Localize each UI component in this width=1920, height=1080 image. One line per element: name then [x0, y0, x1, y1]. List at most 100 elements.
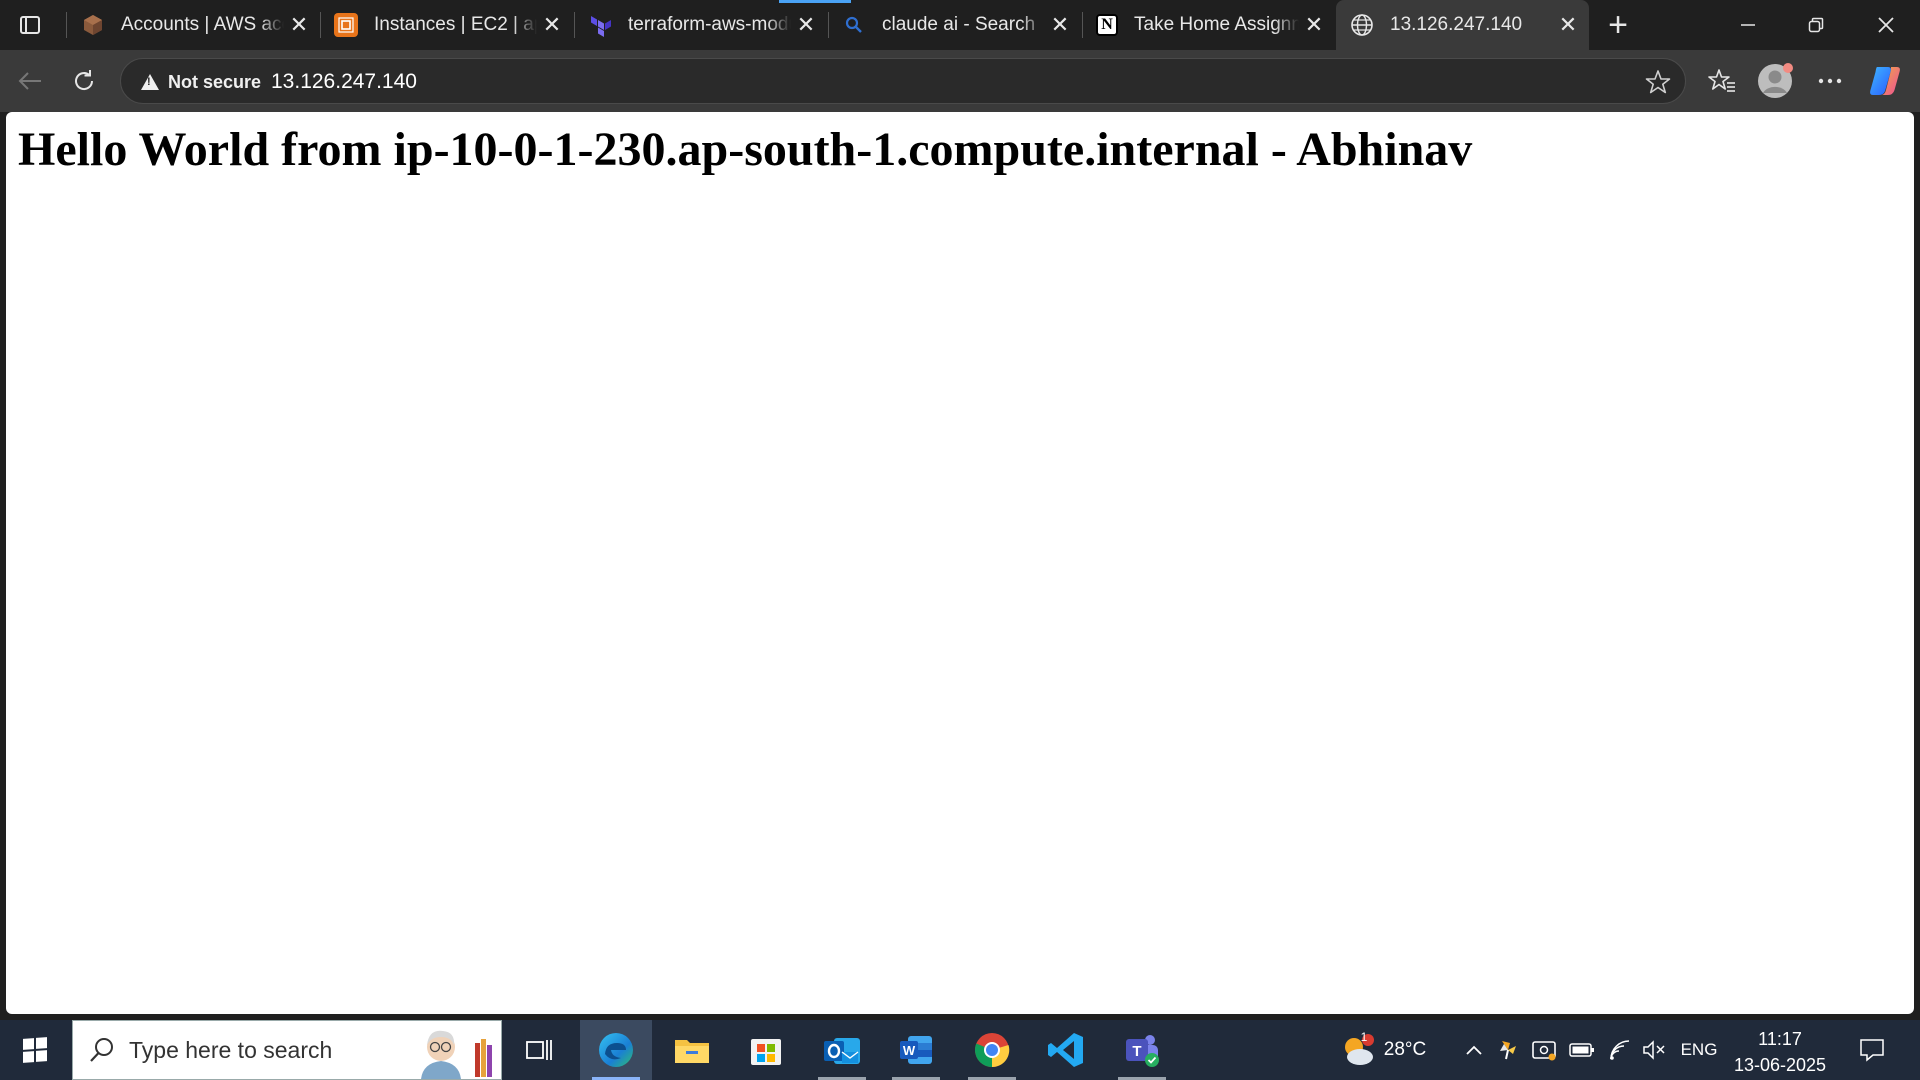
refresh-button[interactable] [63, 60, 105, 102]
url-text[interactable]: 13.126.247.140 [271, 70, 417, 94]
new-tab-button[interactable]: + [1599, 6, 1637, 44]
taskbar-app-vscode[interactable] [1030, 1020, 1102, 1080]
tray-network[interactable] [1604, 1020, 1636, 1080]
tab-terraform-module[interactable]: terraform-aws-modu ✕ [574, 0, 827, 50]
ec2-icon [334, 13, 358, 37]
close-icon[interactable]: ✕ [1553, 10, 1583, 40]
more-dots-icon [1818, 78, 1842, 84]
copilot-button[interactable] [1864, 60, 1906, 102]
profile-button[interactable] [1754, 60, 1796, 102]
close-window-button[interactable] [1852, 0, 1920, 50]
tray-battery[interactable] [1566, 1020, 1598, 1080]
teams-icon: T [1126, 1035, 1159, 1067]
task-view-icon [526, 1040, 552, 1060]
tab-aws-accounts[interactable]: Accounts | AWS acce ✕ [67, 0, 320, 50]
taskbar-app-word[interactable]: W [880, 1020, 952, 1080]
page-heading: Hello World from ip-10-0-1-230.ap-south-… [18, 123, 1473, 176]
notifications-button[interactable] [1850, 1020, 1894, 1080]
close-icon[interactable]: ✕ [1045, 10, 1075, 40]
tab-claude-search[interactable]: claude ai - Search ✕ [828, 0, 1081, 50]
notion-icon: N [1096, 14, 1118, 36]
task-view-button[interactable] [503, 1020, 575, 1080]
svg-text:W: W [903, 1043, 916, 1058]
start-button[interactable] [0, 1020, 70, 1080]
page-viewport: Hello World from ip-10-0-1-230.ap-south-… [6, 112, 1914, 1014]
copilot-icon [1870, 67, 1900, 95]
wifi-icon [1610, 1040, 1630, 1060]
windows-taskbar: Type here to search W T 1 28°C ENG 11:17… [0, 1020, 1920, 1080]
weather-widget[interactable]: 1 28°C [1330, 1020, 1434, 1080]
tab-loading-indicator [779, 0, 851, 3]
battery-icon [1569, 1043, 1594, 1057]
word-icon: W [900, 1036, 932, 1064]
close-icon[interactable]: ✕ [284, 10, 314, 40]
taskbar-app-file-explorer[interactable] [656, 1020, 728, 1080]
taskbar-app-edge[interactable] [580, 1020, 652, 1080]
avatar [1758, 63, 1793, 98]
store-icon [751, 1039, 781, 1065]
tab-take-home-assignment[interactable]: N Take Home Assignm ✕ [1082, 0, 1335, 50]
minimize-button[interactable] [1714, 0, 1782, 50]
tray-meet-now[interactable] [1528, 1020, 1560, 1080]
svg-text:T: T [1132, 1043, 1141, 1060]
search-icon [90, 1038, 113, 1062]
input-language-indicator[interactable]: ENG [1676, 1020, 1722, 1080]
tab-active-ip[interactable]: 13.126.247.140 ✕ [1336, 0, 1589, 50]
tab-title: Take Home Assignm [1134, 14, 1299, 35]
tray-pinwheel-app[interactable] [1492, 1020, 1524, 1080]
refresh-icon [75, 70, 94, 90]
back-button[interactable] [9, 60, 51, 102]
search-placeholder: Type here to search [129, 1036, 333, 1063]
terraform-icon [588, 13, 612, 37]
security-label: Not secure [168, 71, 262, 92]
back-arrow-icon [18, 72, 41, 90]
minimize-icon [1741, 24, 1755, 26]
chrome-icon [975, 1033, 1010, 1068]
tab-actions-icon [20, 16, 40, 34]
pinwheel-icon [1500, 1041, 1516, 1060]
tab-strip: Accounts | AWS acce ✕ Instances | EC2 | … [0, 0, 1920, 50]
star-icon [1645, 70, 1671, 94]
notification-icon [1860, 1039, 1884, 1062]
address-bar[interactable]: Not secure 13.126.247.140 [120, 58, 1686, 104]
favorite-star-button[interactable] [1643, 67, 1673, 97]
tab-title: Accounts | AWS acce [121, 14, 284, 35]
globe-icon [1350, 13, 1374, 37]
tab-title: Instances | EC2 | ap-s [374, 14, 537, 35]
system-clock[interactable]: 11:17 13-06-2025 [1725, 1026, 1835, 1078]
tab-actions-menu-button[interactable] [10, 8, 50, 42]
windows-logo-icon [23, 1037, 47, 1063]
taskbar-app-chrome[interactable] [956, 1020, 1028, 1080]
taskbar-app-teams[interactable]: T [1106, 1020, 1178, 1080]
chevron-up-icon [1466, 1045, 1482, 1055]
tab-title: terraform-aws-modu [628, 14, 791, 35]
tray-volume[interactable] [1638, 1020, 1670, 1080]
aws-cube-icon [81, 13, 105, 37]
settings-more-button[interactable] [1809, 60, 1851, 102]
close-icon[interactable]: ✕ [791, 10, 821, 40]
restore-button[interactable] [1782, 0, 1850, 50]
close-icon[interactable]: ✕ [537, 10, 567, 40]
volume-muted-icon [1643, 1040, 1665, 1060]
warning-icon [141, 74, 159, 90]
taskbar-app-outlook[interactable] [806, 1020, 878, 1080]
edge-icon [599, 1033, 633, 1067]
tab-title: 13.126.247.140 [1390, 14, 1523, 35]
clock-date: 13-06-2025 [1733, 1055, 1827, 1075]
outlook-icon [824, 1038, 860, 1064]
show-hidden-icons-button[interactable] [1458, 1020, 1490, 1080]
meet-now-icon [1532, 1041, 1556, 1061]
search-highlight-illustration [421, 1030, 492, 1079]
search-icon [842, 13, 866, 37]
favorites-button[interactable] [1701, 60, 1743, 102]
security-indicator[interactable]: Not secure [133, 67, 269, 97]
close-icon[interactable]: ✕ [1299, 10, 1329, 40]
folder-icon [675, 1040, 709, 1063]
close-window-icon [1878, 17, 1894, 33]
taskbar-app-store[interactable] [730, 1020, 802, 1080]
restore-icon [1808, 17, 1824, 33]
weather-badge: 1 [1360, 1030, 1368, 1044]
taskbar-search-box[interactable]: Type here to search [72, 1020, 502, 1080]
tab-ec2-instances[interactable]: Instances | EC2 | ap-s ✕ [320, 0, 573, 50]
clock-time: 11:17 [1758, 1029, 1802, 1049]
